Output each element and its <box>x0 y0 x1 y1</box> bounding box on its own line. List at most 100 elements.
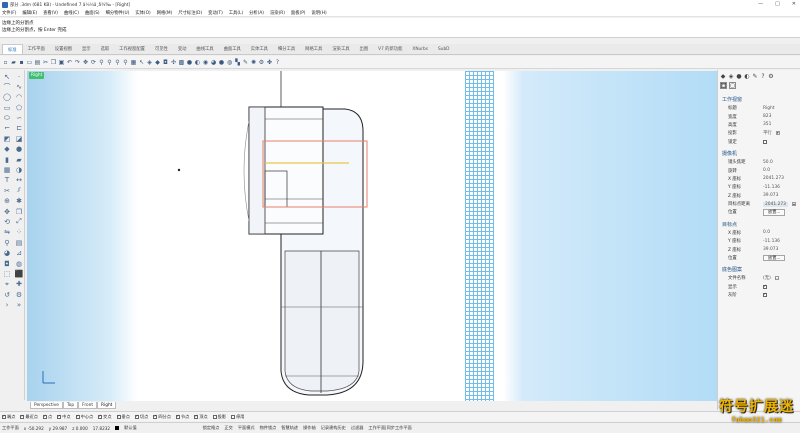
value-title[interactable]: Right <box>763 106 775 111</box>
status-osnap[interactable]: 物件锁点 <box>260 425 277 431</box>
target-x-field[interactable]: 0.0 <box>763 230 770 235</box>
redo-icon[interactable]: ↷ <box>74 58 81 66</box>
mesh-icon[interactable]: ▦ <box>2 166 12 175</box>
status-ortho[interactable]: 正交 <box>224 425 232 431</box>
osnap-near[interactable]: ✓ 最近点 <box>20 414 38 420</box>
checkbox-icon[interactable]: ✓ <box>75 414 80 419</box>
checkbox-icon[interactable]: ✓ <box>20 414 25 419</box>
menu-curve[interactable]: 曲线(C) <box>64 10 79 16</box>
chevron-down-icon[interactable]: ▾ <box>775 131 780 136</box>
move-tool-icon[interactable]: ✥ <box>2 207 12 216</box>
viewport-tab-perspective[interactable]: Perspective <box>30 402 63 409</box>
checkbox-icon[interactable] <box>231 414 236 419</box>
viewport-tab-front[interactable]: Front <box>78 402 98 409</box>
lens-field[interactable]: 50.0 <box>763 160 773 165</box>
status-smarttrack[interactable]: 智慧轨迹 <box>281 425 298 431</box>
menu-file[interactable]: 文件(F) <box>2 10 16 16</box>
move-icon[interactable]: ✣ <box>170 58 177 66</box>
copy-tool-icon[interactable]: ❐ <box>14 207 24 216</box>
menu-view[interactable]: 查看(V) <box>43 10 58 16</box>
status-cplane[interactable]: 工作平面 <box>2 425 19 431</box>
layer-tool-icon[interactable]: ▤ <box>14 238 24 247</box>
free-curve-icon[interactable]: ∽ <box>14 114 24 123</box>
viewport-tab-right[interactable]: Right <box>97 402 117 409</box>
materials-tab-icon[interactable]: ◐ <box>744 73 750 80</box>
osnap-vertex[interactable]: ✓ 顶点 <box>194 414 208 420</box>
join-icon[interactable]: ⊕ <box>2 197 12 206</box>
globe-icon[interactable]: ✺ <box>250 58 257 66</box>
print-icon[interactable]: ▭ <box>26 58 33 66</box>
tab-visibility[interactable]: 可见性 <box>150 44 173 54</box>
ellipse-icon[interactable]: ⬭ <box>2 114 12 123</box>
environment-icon[interactable]: ◍ <box>226 58 233 66</box>
hide-icon[interactable]: ◍ <box>14 259 24 268</box>
fillet-icon[interactable]: ⌐ <box>2 124 12 133</box>
save-icon[interactable]: ▪ <box>18 58 25 66</box>
command-prompt[interactable]: 边缘上的分割点，按 Enter 完成 <box>2 27 800 34</box>
lock-checkbox[interactable] <box>763 139 767 144</box>
more-tools-icon[interactable]: » <box>14 301 24 310</box>
car-icon[interactable]: ◆ <box>154 58 161 66</box>
osnap-point[interactable]: ✓ 点 <box>42 414 52 420</box>
camera-icon[interactable]: ▣ <box>720 82 727 89</box>
analyze-icon[interactable]: ✎ <box>242 58 249 66</box>
rotate-tool-icon[interactable]: ⟲ <box>2 217 12 226</box>
tab-set-view[interactable]: 设置视图 <box>50 44 77 54</box>
minimize-button[interactable]: — <box>758 1 763 7</box>
tab-surface-tools[interactable]: 曲面工具 <box>219 44 246 54</box>
checkbox-icon[interactable]: ✓ <box>134 414 139 419</box>
status-grid-snap[interactable]: 锁定格点 <box>203 425 220 431</box>
lock-icon[interactable]: ◘ <box>162 58 169 66</box>
open-icon[interactable]: ▰ <box>10 58 17 66</box>
tab-transform[interactable]: 变动 <box>173 44 192 54</box>
camera-y-field[interactable]: -11.136 <box>763 185 780 190</box>
menu-subd[interactable]: 细分物件(U) <box>106 10 130 16</box>
checkbox-icon[interactable]: ✓ <box>98 414 103 419</box>
menu-transform[interactable]: 变动(T) <box>208 10 223 16</box>
zoom-extents-icon[interactable]: ⚲ <box>114 58 121 66</box>
model-canvas[interactable] <box>27 71 717 401</box>
status-cplane-sync[interactable]: 工作平面|同步工作平面 <box>368 425 411 431</box>
menu-render[interactable]: 渲染(R) <box>270 10 285 16</box>
grid-icon[interactable]: ▦ <box>130 58 137 66</box>
array-icon[interactable]: ⁘ <box>14 228 24 237</box>
status-filter[interactable]: 过滤器 <box>351 425 364 431</box>
camera-x-field[interactable]: 2041.273 <box>763 176 784 181</box>
select-arrow-icon[interactable]: ↖ <box>2 72 12 81</box>
box-solid-icon[interactable]: ◆ <box>2 145 12 154</box>
menu-help[interactable]: 说明(H) <box>311 10 326 16</box>
render-icon[interactable]: ◕ <box>210 58 217 66</box>
help-icon[interactable]: ? <box>274 58 281 66</box>
tab-new-in-v7[interactable]: V7 的新功能 <box>373 44 407 54</box>
zoom-window-icon[interactable]: ⚲ <box>106 58 113 66</box>
menu-solid[interactable]: 实体(O) <box>135 10 150 16</box>
tab-standard[interactable]: 标准 <box>2 44 23 54</box>
new-icon[interactable]: ▫ <box>2 58 9 66</box>
checkbox-icon[interactable]: ✓ <box>175 414 180 419</box>
rectangle-icon[interactable]: ▭ <box>2 103 12 112</box>
viewport-tab-top[interactable]: Top <box>62 402 79 409</box>
status-gumball[interactable]: 操作轴 <box>303 425 316 431</box>
viewport-right[interactable]: Right <box>27 71 717 401</box>
block-icon[interactable]: ⬛ <box>14 269 24 278</box>
properties-icon[interactable]: ◉ <box>202 58 209 66</box>
tab-cplanes[interactable]: 工作平面 <box>23 44 50 54</box>
zoom-icon[interactable]: ⚲ <box>98 58 105 66</box>
grayscale-checkbox[interactable]: ✓ <box>763 293 767 298</box>
checkbox-icon[interactable]: ✓ <box>153 414 158 419</box>
camera-z-field[interactable]: 39.073 <box>763 193 778 198</box>
checkbox-icon[interactable]: ✓ <box>194 414 199 419</box>
osnap-quad[interactable]: ✓ 四分点 <box>153 414 171 420</box>
menu-tools[interactable]: 工具(L) <box>229 10 243 16</box>
texture-icon[interactable]: ▚ <box>234 58 241 66</box>
loft-icon[interactable]: ◪ <box>14 134 24 143</box>
rotation-field[interactable]: 0.0 <box>763 168 770 173</box>
puzzle-icon[interactable]: ✤ <box>266 58 273 66</box>
split-icon[interactable]: ⫽ <box>14 186 24 195</box>
sphere-solid-icon[interactable]: ● <box>14 145 24 154</box>
polygon-icon[interactable]: ⬠ <box>14 103 24 112</box>
close-button[interactable]: ✕ <box>792 1 796 7</box>
checkbox-icon[interactable] <box>212 414 217 419</box>
ruler-icon[interactable]: ⊿ <box>14 249 24 258</box>
render-tab-icon[interactable]: ● <box>736 73 742 80</box>
